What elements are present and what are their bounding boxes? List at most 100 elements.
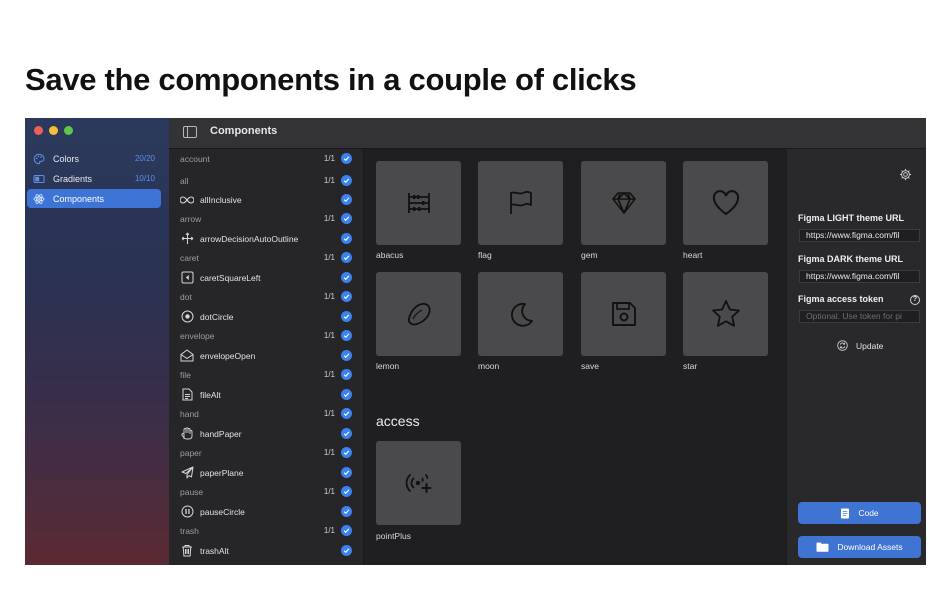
group-row-file[interactable]: file 1/1 (169, 365, 363, 384)
star-icon (711, 300, 740, 327)
group-label: file (180, 369, 191, 380)
checkmark-icon[interactable] (341, 525, 352, 536)
sidebar-item-components[interactable]: Components (27, 189, 161, 208)
group-row-all[interactable]: all 1/1 (169, 171, 363, 190)
checkmark-icon[interactable] (341, 153, 352, 164)
group-count: 1/1 (323, 331, 335, 340)
list-item-paperplane[interactable]: paperPlane (169, 463, 363, 482)
tile-lemon[interactable] (376, 272, 461, 356)
checkmark-icon[interactable] (341, 467, 352, 478)
tile-heart[interactable] (683, 161, 768, 245)
list-item-handpaper[interactable]: handPaper (169, 424, 363, 443)
checkmark-icon[interactable] (341, 252, 352, 263)
update-button[interactable]: Update (837, 340, 883, 351)
close-window-button[interactable] (34, 126, 43, 135)
checkmark-icon[interactable] (341, 194, 352, 205)
list-item-envelopeopen[interactable]: envelopeOpen (169, 346, 363, 365)
tile-label: star (683, 361, 698, 371)
list-item-trashalt[interactable]: trashAlt (169, 541, 363, 560)
sidebar-item-gradients[interactable]: Gradients 10/10 (27, 169, 161, 188)
tile-star[interactable] (683, 272, 768, 356)
component-grid[interactable]: abacus flag gem heart lemon moon save st… (364, 149, 786, 565)
list-item-caretsquareleft[interactable]: caretSquareLeft (169, 268, 363, 287)
group-label: account (180, 153, 210, 164)
group-row-arrow[interactable]: arrow 1/1 (169, 209, 363, 228)
group-label: hand (180, 408, 199, 419)
pause-circle-icon (180, 505, 194, 519)
tile-gem[interactable] (581, 161, 666, 245)
light-url-field[interactable]: https://www.figma.com/fil (799, 229, 920, 242)
group-count: 1/1 (323, 409, 335, 418)
group-row-envelope[interactable]: envelope 1/1 (169, 326, 363, 345)
checkmark-icon[interactable] (341, 350, 352, 361)
caret-square-left-icon (180, 271, 194, 285)
checkmark-icon[interactable] (341, 272, 352, 283)
group-row-paper[interactable]: paper 1/1 (169, 443, 363, 462)
checkmark-icon[interactable] (341, 486, 352, 497)
group-row-dot[interactable]: dot 1/1 (169, 287, 363, 306)
checkmark-icon[interactable] (341, 389, 352, 400)
item-label: paperPlane (200, 467, 244, 478)
sidebar-item-count: 20/20 (134, 154, 155, 163)
checkmark-icon[interactable] (341, 408, 352, 419)
checkmark-icon[interactable] (341, 428, 352, 439)
lemon-icon (407, 302, 431, 326)
item-label: trashAlt (200, 545, 229, 556)
tile-flag[interactable] (478, 161, 563, 245)
list-item-filealt[interactable]: fileAlt (169, 385, 363, 404)
tile-moon[interactable] (478, 272, 563, 356)
checkmark-icon[interactable] (341, 506, 352, 517)
sidebar: Colors 20/20 Gradients 10/10 Components (25, 118, 169, 565)
tile-pointplus[interactable] (376, 441, 461, 525)
checkmark-icon[interactable] (341, 213, 352, 224)
list-item-allinclusive[interactable]: allInclusive (169, 190, 363, 209)
group-count: 1/1 (323, 214, 335, 223)
gem-icon (611, 192, 636, 214)
list-item-pausecircle[interactable]: pauseCircle (169, 502, 363, 521)
app-window: Colors 20/20 Gradients 10/10 Components … (25, 118, 926, 565)
group-row-account[interactable]: account 1/1 (169, 149, 363, 168)
group-row-hand[interactable]: hand 1/1 (169, 404, 363, 423)
code-label: Code (858, 508, 879, 518)
dot-circle-icon (180, 310, 194, 324)
dark-url-field[interactable]: https://www.figma.com/fil (799, 270, 920, 283)
code-button[interactable]: Code (798, 502, 921, 524)
access-token-field[interactable]: Optional. Use token for pi (799, 310, 920, 323)
checkmark-icon[interactable] (341, 233, 352, 244)
checkmark-icon[interactable] (341, 330, 352, 341)
group-row-trash[interactable]: trash 1/1 (169, 521, 363, 540)
checkmark-icon[interactable] (341, 545, 352, 556)
checkmark-icon[interactable] (341, 447, 352, 458)
download-assets-button[interactable]: Download Assets (798, 536, 921, 558)
checkmark-icon[interactable] (341, 369, 352, 380)
refresh-icon (837, 340, 848, 351)
group-count: 1/1 (323, 176, 335, 185)
zoom-window-button[interactable] (64, 126, 73, 135)
tile-save[interactable] (581, 272, 666, 356)
minimize-window-button[interactable] (49, 126, 58, 135)
sidebar-item-label: Components (53, 193, 105, 204)
sidebar-item-colors[interactable]: Colors 20/20 (27, 149, 161, 168)
title-bar: Components (169, 118, 926, 149)
list-item-arrowdecision[interactable]: arrowDecisionAutoOutline (169, 229, 363, 248)
item-label: handPaper (200, 428, 242, 439)
component-list[interactable]: account 1/1 all 1/1 allInclusive arrow 1/1 … (169, 149, 364, 565)
window-title: Components (210, 125, 278, 137)
sidebar-toggle-icon[interactable] (183, 126, 197, 138)
group-row-pause[interactable]: pause 1/1 (169, 482, 363, 501)
gradient-icon (33, 173, 45, 185)
help-icon[interactable]: ? (910, 295, 920, 305)
list-item-dotcircle[interactable]: dotCircle (169, 307, 363, 326)
group-label: paper (180, 447, 202, 458)
group-row-caret[interactable]: caret 1/1 (169, 248, 363, 267)
document-icon (841, 508, 850, 518)
gear-icon[interactable] (899, 168, 912, 181)
tile-abacus[interactable] (376, 161, 461, 245)
moon-icon (510, 302, 533, 327)
item-label: envelopeOpen (200, 350, 256, 361)
item-label: caretSquareLeft (200, 272, 261, 283)
checkmark-icon[interactable] (341, 175, 352, 186)
checkmark-icon[interactable] (341, 311, 352, 322)
envelope-open-icon (180, 349, 194, 363)
checkmark-icon[interactable] (341, 291, 352, 302)
